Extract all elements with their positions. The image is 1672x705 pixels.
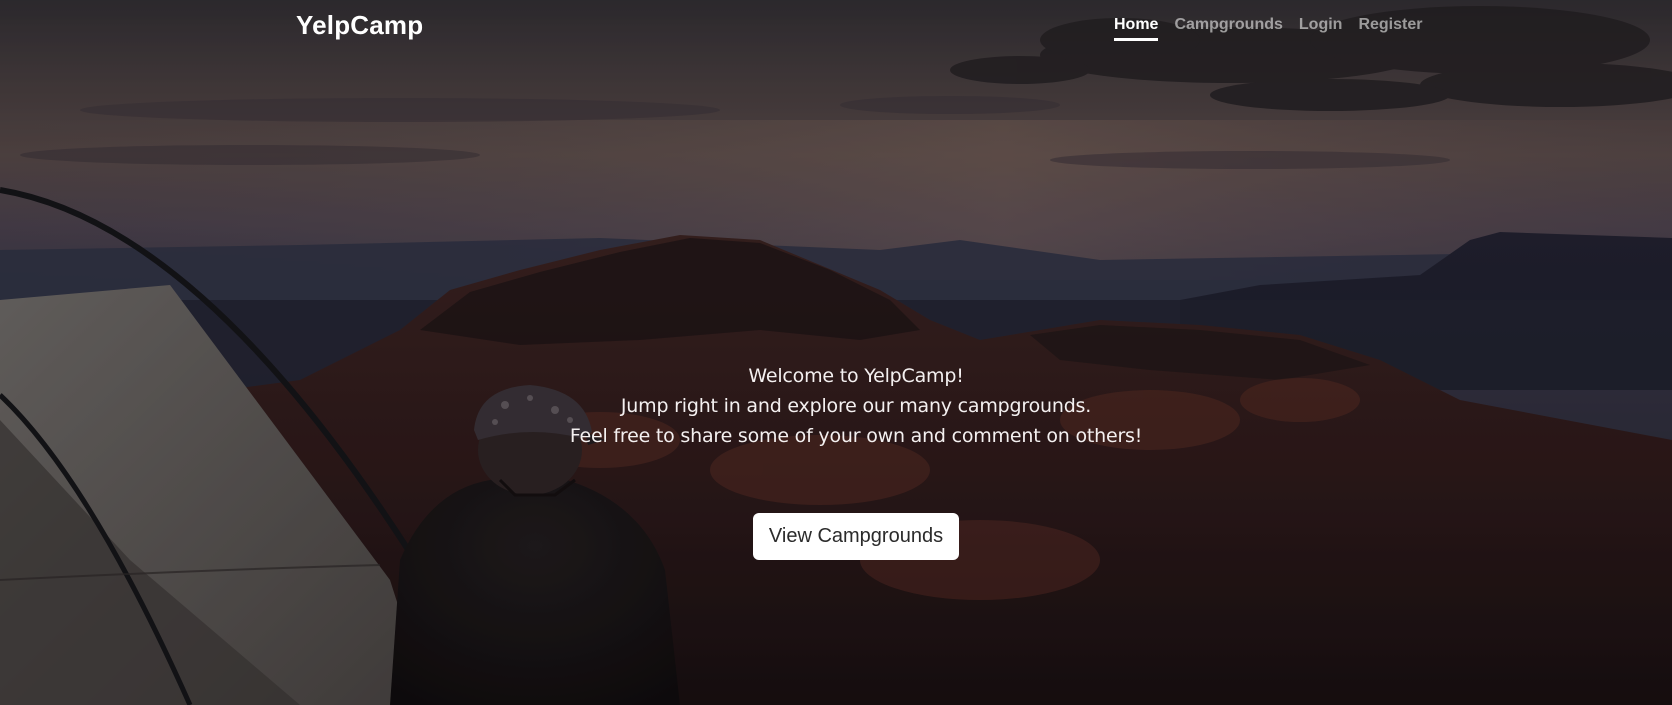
nav-link-login[interactable]: Login — [1299, 16, 1343, 41]
landing-page: YelpCamp Home Campgrounds Login Register… — [0, 0, 1672, 705]
hero-text: Welcome to YelpCamp! Jump right in and e… — [0, 361, 1672, 451]
hero-explore-line: Jump right in and explore our many campg… — [620, 395, 1092, 417]
nav-links: Home Campgrounds Login Register — [1114, 16, 1422, 41]
nav-link-register[interactable]: Register — [1358, 16, 1422, 41]
nav-link-campgrounds[interactable]: Campgrounds — [1174, 16, 1282, 41]
brand-logo[interactable]: YelpCamp — [296, 10, 423, 41]
background-overlay — [0, 0, 1672, 705]
nav-link-home[interactable]: Home — [1114, 16, 1159, 41]
hero-share-line: Feel free to share some of your own and … — [569, 425, 1143, 447]
hero-welcome-line: Welcome to YelpCamp! — [748, 365, 964, 387]
view-campgrounds-button[interactable]: View Campgrounds — [753, 513, 959, 560]
navbar: YelpCamp Home Campgrounds Login Register — [0, 0, 1672, 60]
